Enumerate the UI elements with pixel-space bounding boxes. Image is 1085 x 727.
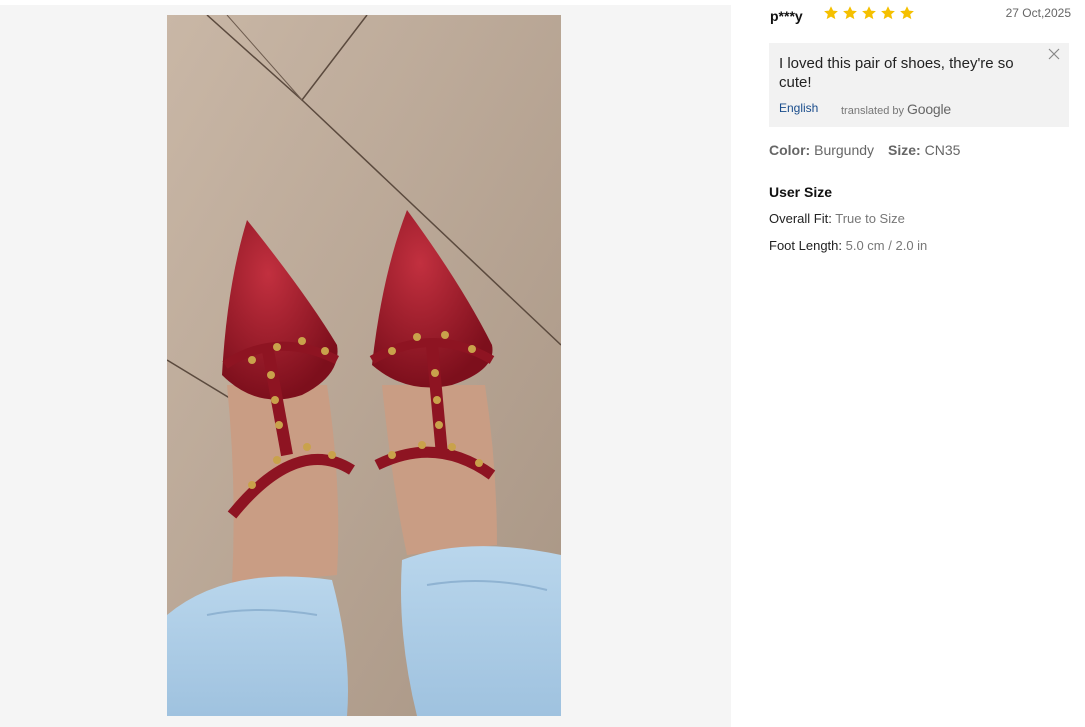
size-value: CN35: [924, 142, 961, 158]
language-link[interactable]: English: [779, 101, 818, 115]
color-value: Burgundy: [814, 142, 875, 158]
review-panel: p***y 27 Oct,2025 I loved this pair of s…: [769, 0, 1079, 727]
review-header: p***y 27 Oct,2025: [769, 6, 1071, 28]
star-icon: [862, 6, 876, 20]
close-icon[interactable]: [1048, 48, 1060, 60]
foot-length-value: 5.0 cm / 2.0 in: [845, 238, 928, 253]
overall-fit-value: True to Size: [835, 211, 905, 226]
rating-stars: [823, 5, 915, 21]
translation-box: I loved this pair of shoes, they're so c…: [769, 43, 1069, 127]
review-date: 27 Oct,2025: [1005, 6, 1071, 20]
star-icon: [881, 6, 895, 20]
star-icon: [843, 6, 857, 20]
color-label: Color:: [769, 142, 811, 158]
star-icon: [900, 6, 914, 20]
overall-fit: Overall Fit: True to Size: [769, 211, 905, 226]
sku-info: Color: Burgundy Size: CN35: [769, 142, 960, 158]
foot-length-label: Foot Length:: [769, 238, 842, 253]
overall-fit-label: Overall Fit:: [769, 211, 832, 226]
reviewer-name: p***y: [770, 8, 803, 24]
translated-review-text: I loved this pair of shoes, they're so c…: [779, 55, 1014, 91]
review-photo-art: [167, 15, 561, 716]
translated-by-text: translated by: [841, 105, 904, 117]
user-size-title: User Size: [769, 184, 833, 200]
review-photo[interactable]: [167, 15, 561, 716]
size-label: Size:: [888, 142, 921, 158]
translated-by-label: translated by Google: [841, 101, 951, 117]
google-wordmark: Google: [907, 101, 951, 117]
review-image-pane: [0, 5, 731, 727]
star-icon: [824, 6, 838, 20]
foot-length: Foot Length: 5.0 cm / 2.0 in: [769, 238, 929, 254]
